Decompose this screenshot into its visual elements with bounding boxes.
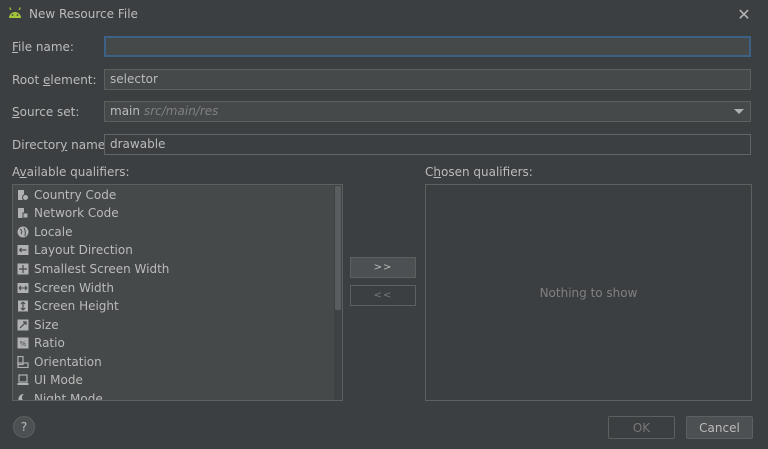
source-set-select[interactable]: main src/main/res: [104, 101, 751, 122]
chosen-qualifiers-label: Chosen qualifiers:: [425, 165, 533, 179]
country-code-icon: [17, 189, 29, 201]
cancel-button[interactable]: Cancel: [686, 416, 753, 439]
close-icon[interactable]: ✕: [734, 4, 754, 24]
qualifier-country-code[interactable]: Country Code: [13, 186, 334, 204]
source-set-label: Source set:: [12, 105, 80, 119]
screen-height-icon: [17, 300, 29, 312]
window-title: New Resource File: [29, 7, 138, 21]
svg-text:%: %: [20, 340, 27, 348]
smallest-width-icon: [17, 263, 29, 275]
ok-button[interactable]: OK: [608, 416, 675, 439]
list-scroll-thumb[interactable]: [335, 186, 341, 310]
empty-state-text: Nothing to show: [539, 285, 638, 300]
ratio-icon: %: [17, 337, 29, 349]
root-element-input[interactable]: selector: [104, 69, 751, 90]
remove-qualifier-button[interactable]: <<: [350, 285, 416, 306]
orientation-icon: [17, 356, 29, 368]
help-button[interactable]: ?: [13, 416, 35, 438]
source-set-path-hint: src/main/res: [143, 104, 219, 118]
directory-name-value: drawable: [110, 137, 166, 151]
qualifier-size[interactable]: Size: [13, 316, 334, 334]
qualifier-ratio[interactable]: % Ratio: [13, 334, 334, 352]
directory-name-input[interactable]: drawable: [104, 134, 751, 155]
list-scrollbar[interactable]: [334, 185, 342, 400]
available-qualifiers-label: Available qualifiers:: [12, 165, 130, 179]
file-name-input[interactable]: [104, 36, 751, 57]
screen-width-icon: [17, 282, 29, 294]
qualifier-screen-width[interactable]: Screen Width: [13, 279, 334, 297]
night-mode-icon: [17, 393, 29, 400]
source-set-value: main: [110, 104, 140, 118]
qualifier-orientation[interactable]: Orientation: [13, 353, 334, 371]
qualifier-ui-mode[interactable]: UI Mode: [13, 371, 334, 389]
network-code-icon: [17, 207, 29, 219]
root-element-label: Root element:: [12, 73, 97, 87]
android-icon: [7, 6, 23, 20]
file-name-label: File name:: [12, 40, 74, 54]
qualifier-network-code[interactable]: Network Code: [13, 204, 334, 222]
qualifier-layout-direction[interactable]: Layout Direction: [13, 241, 334, 259]
add-qualifier-button[interactable]: >>: [350, 257, 416, 278]
qualifier-locale[interactable]: Locale: [13, 223, 334, 241]
ui-mode-icon: [17, 374, 29, 386]
available-qualifiers-list[interactable]: Country Code Network Code Locale Layout …: [12, 184, 343, 401]
qualifier-night-mode[interactable]: Night Mode: [13, 390, 334, 400]
directory-name-label: Directory name:: [12, 138, 110, 152]
root-element-value: selector: [110, 72, 158, 86]
layout-direction-icon: [17, 244, 29, 256]
chosen-qualifiers-list[interactable]: Nothing to show: [425, 184, 752, 401]
qualifier-smallest-screen-width[interactable]: Smallest Screen Width: [13, 260, 334, 278]
title-bar: New Resource File ✕: [0, 0, 768, 28]
size-icon: [17, 319, 29, 331]
globe-icon: [17, 226, 29, 238]
chevron-down-icon[interactable]: [734, 109, 744, 114]
qualifier-screen-height[interactable]: Screen Height: [13, 297, 334, 315]
